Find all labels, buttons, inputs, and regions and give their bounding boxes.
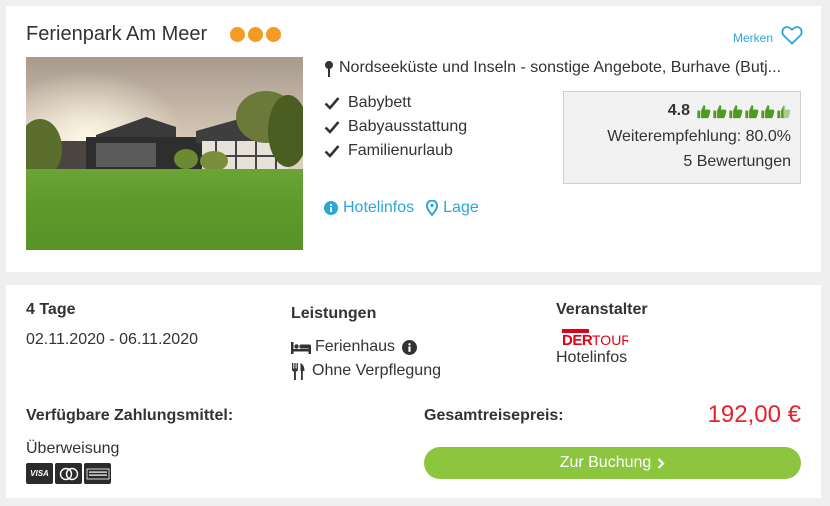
thumbs-up-icon xyxy=(761,104,775,118)
star-icon xyxy=(230,27,245,42)
hotelinfos-link[interactable]: Hotelinfos xyxy=(324,199,414,217)
operator-hotelinfos-link[interactable]: Hotelinfos xyxy=(556,349,627,367)
check-icon xyxy=(324,121,340,134)
services-heading: Leistungen xyxy=(291,305,377,322)
pin-icon xyxy=(325,60,333,77)
hotel-category-stars xyxy=(230,27,281,42)
hotel-name[interactable]: Ferienpark Am Meer xyxy=(26,23,207,46)
star-icon xyxy=(248,27,263,42)
thumbs-up-icon xyxy=(777,104,791,118)
rating-score-row: 4.8 xyxy=(668,102,791,120)
offer-card: 4 Tage 02.11.2020 - 06.11.2020 Leistunge… xyxy=(6,285,821,498)
payment-card-logos: VISA xyxy=(26,463,111,484)
map-marker-icon xyxy=(426,200,439,216)
rating-thumbs xyxy=(696,104,791,119)
info-icon[interactable] xyxy=(402,339,418,355)
svg-text:TOUR: TOUR xyxy=(592,332,628,347)
thumbs-up-icon xyxy=(745,104,759,118)
recommendation-rate: Weiterempfehlung: 80.0% xyxy=(607,128,791,145)
check-icon xyxy=(324,145,340,158)
bed-icon xyxy=(291,341,311,354)
trip-dates: 02.11.2020 - 06.11.2020 xyxy=(26,331,198,348)
check-icon xyxy=(324,97,340,110)
book-button[interactable]: Zur Buchung xyxy=(424,447,801,479)
book-button-label: Zur Buchung xyxy=(559,454,652,471)
operator-logo: DER TOUR xyxy=(562,329,628,347)
svg-text:DER: DER xyxy=(562,332,593,347)
hotelinfos-label: Hotelinfos xyxy=(343,199,415,216)
star-icon xyxy=(266,27,281,42)
hotel-links: Hotelinfos Lage xyxy=(324,199,479,217)
hotel-photo[interactable] xyxy=(26,57,303,250)
visa-icon: VISA xyxy=(26,463,53,484)
thumbs-up-icon xyxy=(713,104,727,118)
amenity-label: Babyausstattung xyxy=(348,118,468,135)
accommodation-row: Ferienhaus xyxy=(291,338,418,356)
mastercard-icon xyxy=(55,463,82,484)
total-price: 192,00 € xyxy=(707,401,801,428)
info-icon xyxy=(324,201,338,215)
hotel-location: Nordseeküste und Inseln - sonstige Angeb… xyxy=(324,59,804,77)
rating-box[interactable]: 4.8 Weiterempfehlung: 80.0% 5 Bewertunge… xyxy=(563,91,801,184)
save-link[interactable]: Merken xyxy=(733,31,773,45)
thumbs-up-icon xyxy=(697,104,711,118)
american-express-icon xyxy=(84,463,111,484)
trip-duration: 4 Tage xyxy=(26,301,76,318)
board-row: Ohne Verpflegung xyxy=(291,362,441,380)
payment-heading: Verfügbare Zahlungsmittel: xyxy=(26,407,234,424)
amenity-label: Babybett xyxy=(348,94,412,111)
thumbs-up-icon xyxy=(729,104,743,118)
location-text: Nordseeküste und Inseln - sonstige Angeb… xyxy=(339,59,782,76)
lage-label: Lage xyxy=(443,199,479,216)
total-price-heading: Gesamtreisepreis: xyxy=(424,407,564,424)
heart-icon[interactable] xyxy=(781,25,803,45)
payment-method: Überweisung xyxy=(26,440,120,457)
amenity-list: Babybett Babyausstattung Familienurlaub xyxy=(324,91,467,163)
chevron-right-icon xyxy=(658,457,665,469)
amenity-item: Babyausstattung xyxy=(324,115,467,139)
lage-link[interactable]: Lage xyxy=(426,199,479,217)
cutlery-icon xyxy=(292,362,305,380)
amenity-item: Babybett xyxy=(324,91,467,115)
rating-score: 4.8 xyxy=(667,102,690,119)
operator-heading: Veranstalter xyxy=(556,301,648,318)
hotel-card: Ferienpark Am Meer Merken Nordseeküste u… xyxy=(6,6,821,272)
accommodation-type: Ferienhaus xyxy=(315,338,396,355)
amenity-label: Familienurlaub xyxy=(348,142,453,159)
review-count[interactable]: 5 Bewertungen xyxy=(683,153,791,171)
amenity-item: Familienurlaub xyxy=(324,139,467,163)
board-type: Ohne Verpflegung xyxy=(312,362,441,379)
